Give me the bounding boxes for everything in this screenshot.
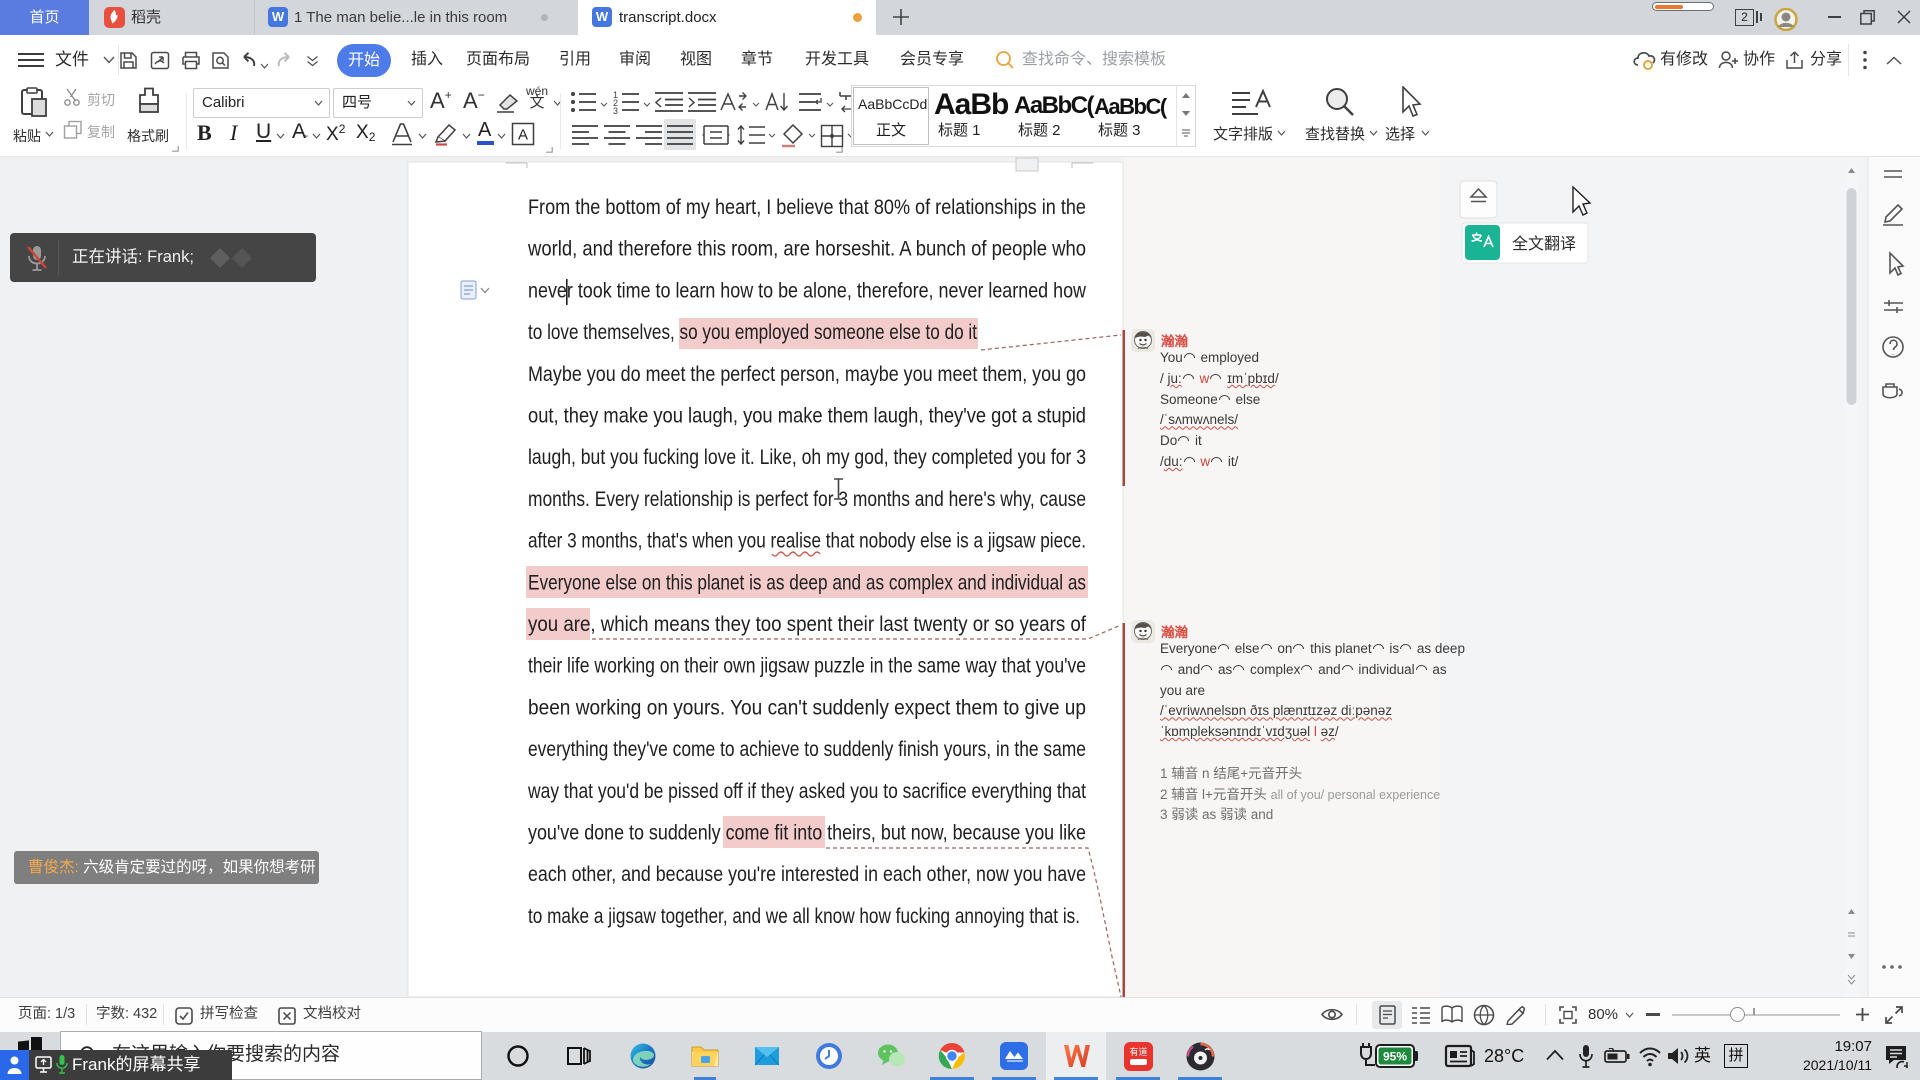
svg-text:A: A	[518, 127, 528, 144]
svg-text:to love themselves, so you emp: to love themselves, so you employed some…	[528, 321, 977, 344]
svg-text:their life working on their ow: their life working on their own jigsaw p…	[528, 655, 1086, 678]
svg-text:after 3 months, that's when yo: after 3 months, that's when you realise …	[528, 530, 1086, 553]
svg-text:you've done to suddenly come f: you've done to suddenly come fit into th…	[528, 822, 1086, 845]
svg-text:有道: 有道	[1129, 1046, 1147, 1057]
svg-text:everything they've come to ach: everything they've come to achieve to su…	[528, 738, 1086, 761]
svg-text:3: 3	[613, 106, 618, 114]
svg-text:been working on yours. You can: been working on yours. You can't suddenl…	[528, 696, 1086, 719]
svg-text:全文翻译: 全文翻译	[1512, 235, 1576, 253]
svg-text:you are, which means they too: you are, which means they too spent thei…	[528, 613, 1086, 636]
svg-text:Maybe you do meet the perfect: Maybe you do meet the perfect person, ma…	[528, 363, 1086, 386]
svg-text:95%: 95%	[1383, 1050, 1407, 1064]
svg-text:way that you'd be pissed off i: way that you'd be pissed off if they ask…	[527, 780, 1086, 803]
svg-text:world, and therefore this roo: world, and therefore this room, are hors…	[527, 238, 1086, 261]
svg-text:never took time to learn how t: never took time to learn how to be alone…	[528, 279, 1087, 302]
svg-text:laugh, but you fucking love it: laugh, but you fucking love it. Like, oh…	[528, 446, 1086, 469]
svg-text:to make a jigsaw together, and: to make a jigsaw together, and we all kn…	[528, 905, 1080, 928]
svg-text:From the bottom of my heart, I: From the bottom of my heart, I believe t…	[528, 196, 1086, 219]
svg-text:out, they make you laugh, you: out, they make you laugh, you make them …	[528, 405, 1086, 428]
svg-text:Everyone else on this planet i: Everyone else on this planet is as deep …	[528, 571, 1086, 594]
svg-text:each other, and because you're: each other, and because you're intereste…	[528, 863, 1086, 886]
svg-text:months. Every relationship is: months. Every relationship is perfect fo…	[528, 488, 1086, 511]
